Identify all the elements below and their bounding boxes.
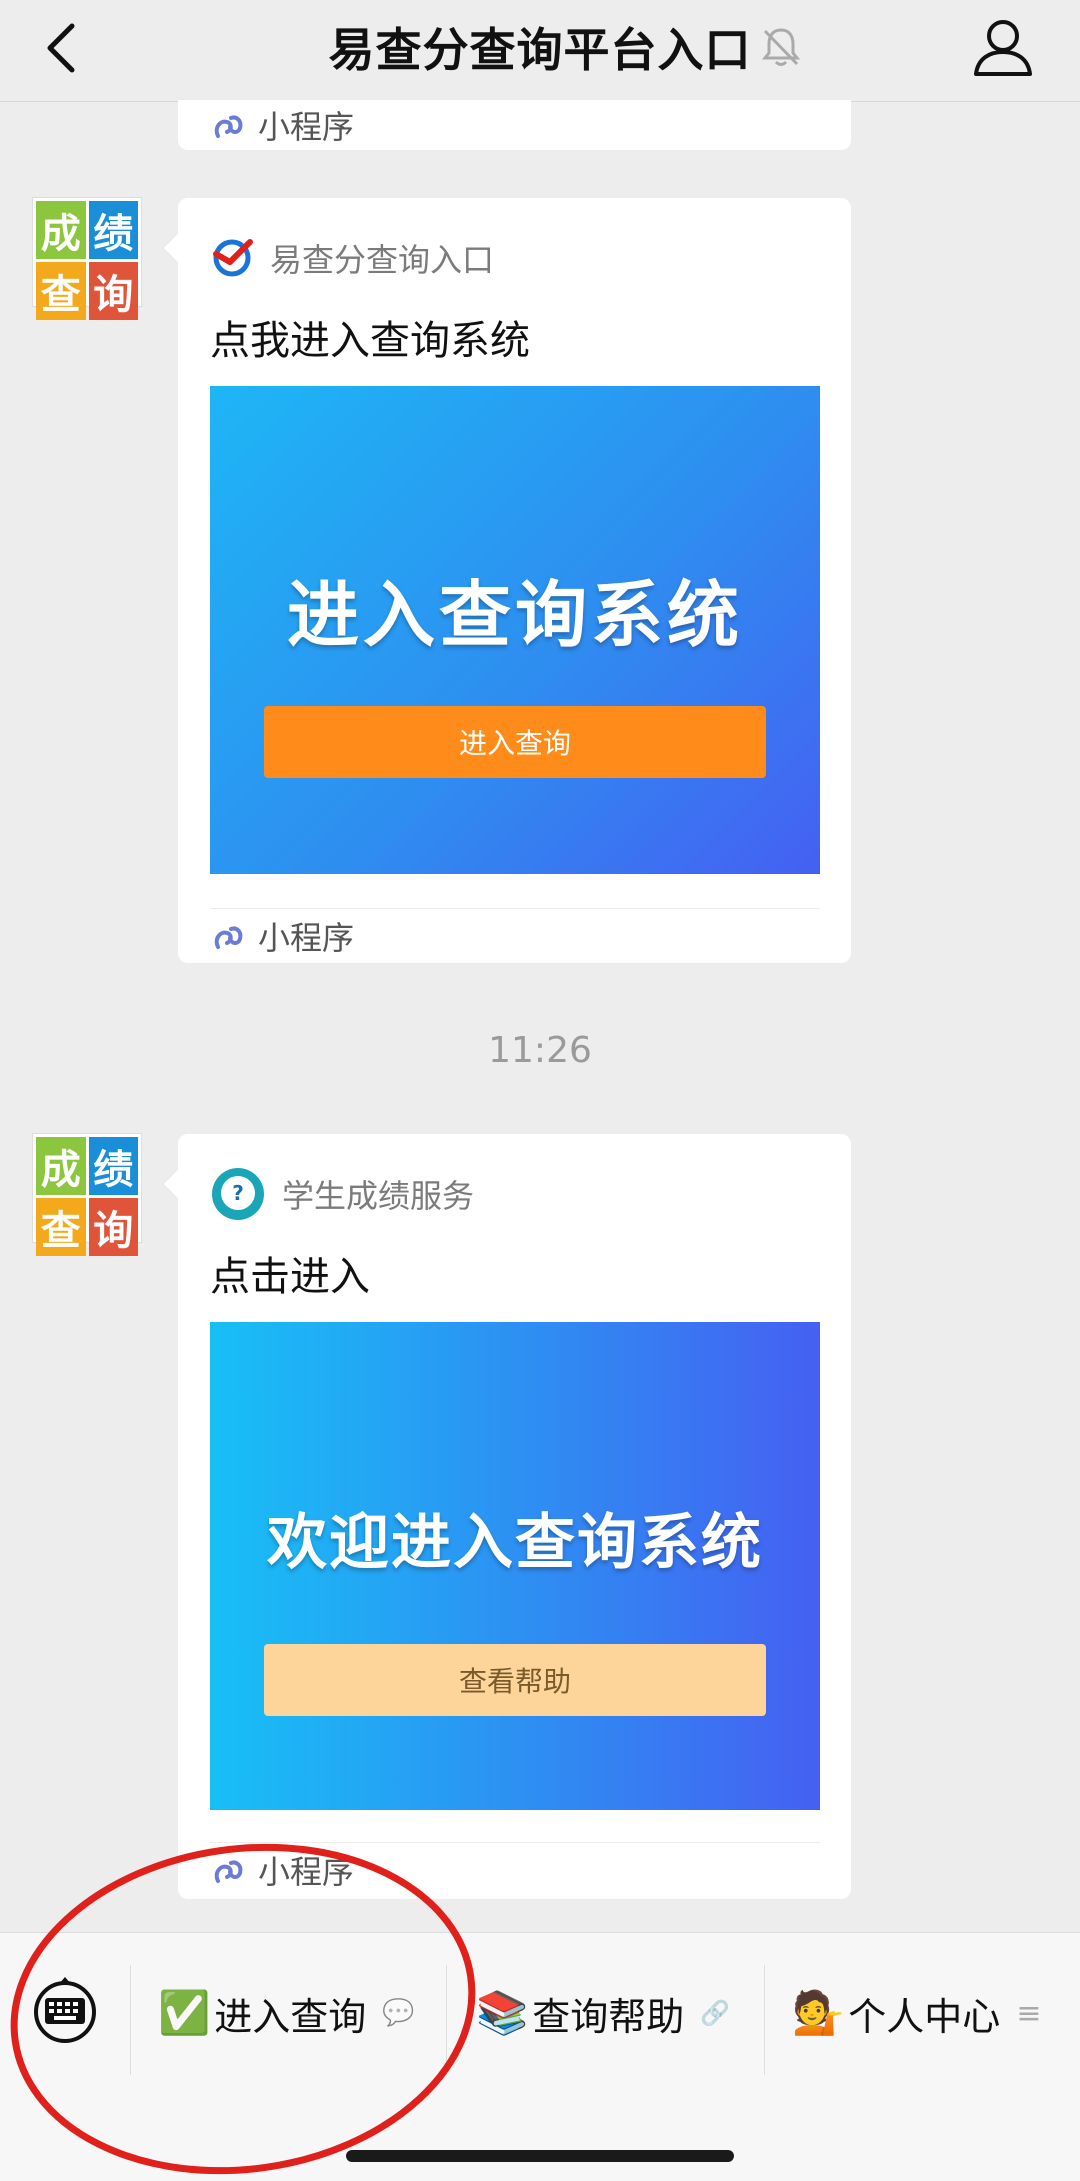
avatar-cell: 查: [36, 1198, 86, 1256]
speech-bubble-icon: 💬: [382, 1998, 415, 2028]
mini-program-icon: [214, 115, 243, 138]
check-mark-icon: ✅: [158, 1988, 211, 2037]
mini-program-source: ? 学生成绩服务: [210, 1166, 474, 1222]
mini-program-label: 小程序: [258, 919, 355, 957]
avatar-cell: 查: [36, 262, 86, 320]
avatar-cell: 绩: [88, 201, 138, 259]
bell-slash-icon: [756, 22, 806, 72]
svg-text:?: ?: [232, 1181, 244, 1205]
card-divider: [210, 908, 820, 909]
mini-program-card[interactable]: 小程序: [178, 100, 851, 150]
mini-program-tag: 小程序: [210, 1845, 354, 1895]
bubble-tail: [164, 1170, 178, 1198]
menu-item-label: 个人中心: [848, 1994, 1001, 2039]
bubble-tail: [164, 234, 178, 262]
help-circle-icon: ?: [212, 1168, 264, 1220]
banner-image: 欢迎进入查询系统 查看帮助: [210, 1322, 820, 1810]
sender-avatar[interactable]: 成 绩 查 询: [33, 1134, 141, 1256]
books-icon: 📚: [476, 1988, 529, 2037]
keyboard-icon: [34, 1977, 96, 2043]
home-indicator[interactable]: [346, 2150, 734, 2162]
person-tipping-hand-icon: 💁: [792, 1988, 845, 2037]
card-title: 点我进入查询系统: [210, 318, 530, 364]
keyboard-toggle-button[interactable]: [30, 1975, 100, 2045]
menu-item-enter-query[interactable]: ✅ 进入查询 💬: [158, 1973, 415, 2053]
sender-avatar[interactable]: 成 绩 查 询: [33, 198, 141, 320]
banner-button: 进入查询: [264, 706, 766, 778]
banner-button: 查看帮助: [264, 1644, 766, 1716]
mini-program-card[interactable]: ? 学生成绩服务 点击进入 欢迎进入查询系统 查看帮助 小程序: [164, 1134, 851, 1899]
menu-item-query-help[interactable]: 📚 查询帮助 🔗: [476, 1973, 730, 2053]
avatar-cell: 成: [36, 1137, 86, 1195]
mini-program-tag: 小程序: [210, 100, 354, 150]
card-divider: [210, 1842, 820, 1843]
checkmark-logo-icon: [213, 239, 253, 277]
card-title: 点击进入: [210, 1254, 370, 1300]
avatar-cell: 询: [88, 1198, 138, 1256]
message-timestamp: 11:26: [488, 1030, 592, 1071]
banner-heading: 进入查询系统: [286, 573, 743, 657]
menu-item-label: 进入查询: [214, 1994, 367, 2039]
mini-program-icon: [214, 926, 243, 949]
menu-separator: [764, 1965, 765, 2075]
avatar-cell: 询: [88, 262, 138, 320]
mini-program-icon: [214, 1860, 243, 1883]
menu-separator: [446, 1965, 447, 2075]
chat-info-button[interactable]: [968, 12, 1038, 82]
banner-heading: 欢迎进入查询系统: [267, 1508, 763, 1578]
chat-title: 易查分查询平台入口: [328, 23, 752, 77]
person-icon: [974, 20, 1032, 76]
menu-item-personal-center[interactable]: 💁 个人中心 ≡: [792, 1973, 1041, 2053]
mini-program-label: 小程序: [258, 108, 355, 146]
source-name: 学生成绩服务: [282, 1177, 475, 1215]
chat-header: 易查分查询平台入口: [0, 0, 1080, 102]
menu-separator: [130, 1965, 131, 2075]
menu-lines-icon: ≡: [1016, 1995, 1042, 2031]
link-icon: 🔗: [700, 1999, 731, 2027]
source-name: 易查分查询入口: [270, 241, 495, 279]
avatar-cell: 绩: [88, 1137, 138, 1195]
menu-item-label: 查询帮助: [532, 1994, 685, 2039]
avatar-cell: 成: [36, 201, 86, 259]
banner-image: 进入查询系统 进入查询: [210, 386, 820, 874]
mini-program-card[interactable]: 易查分查询入口 点我进入查询系统 进入查询系统 进入查询 小程序: [164, 198, 851, 963]
mini-program-label: 小程序: [258, 1853, 355, 1891]
mini-program-tag: 小程序: [210, 911, 354, 961]
official-account-menu: ✅ 进入查询 💬 📚 查询帮助 🔗 💁 个人中心 ≡: [0, 1932, 1080, 2181]
mini-program-source: 易查分查询入口: [210, 230, 494, 286]
